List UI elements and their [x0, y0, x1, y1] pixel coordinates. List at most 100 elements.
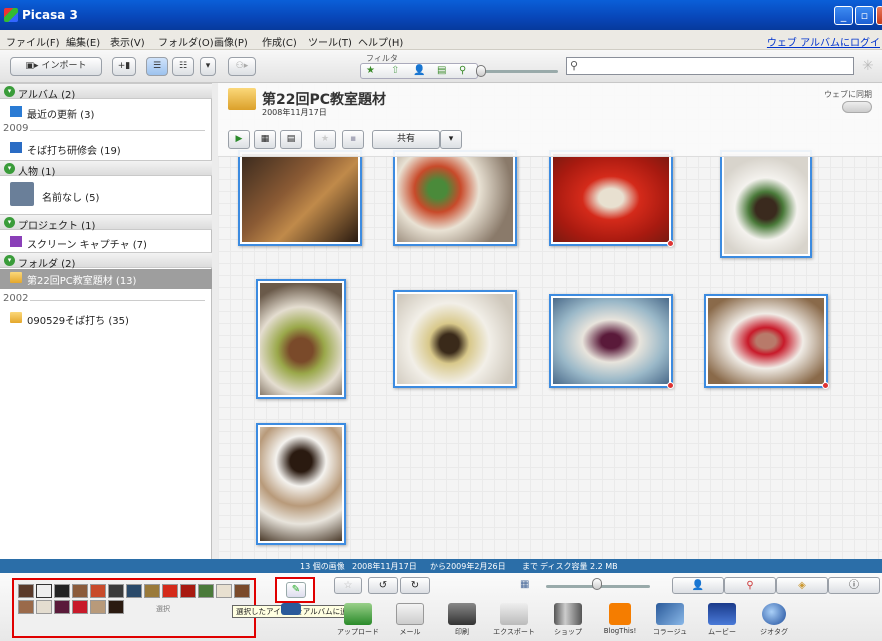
search-input[interactable]: ⚲ [566, 57, 854, 75]
movie-button[interactable]: ▤ [280, 130, 302, 149]
email-button[interactable]: メール [388, 603, 432, 637]
menu-folder[interactable]: フォルダ(O) [158, 34, 214, 49]
star-filter-icon[interactable]: ★ [366, 65, 375, 76]
share-dropdown-button[interactable]: ▾ [440, 130, 462, 149]
filter-slider-knob[interactable] [476, 65, 486, 77]
menu-file[interactable]: ファイル(F) [6, 34, 60, 49]
view-tree-button[interactable]: ☷ [172, 57, 194, 76]
blogthis-button[interactable]: BlogThis! [598, 603, 642, 635]
collapse-icon: ▾ [4, 163, 15, 174]
tray-thumbnail[interactable] [180, 584, 196, 598]
album-icon [10, 142, 22, 153]
movie-filter-icon[interactable]: ▤ [437, 65, 446, 76]
sidebar-item-pc-class-folder[interactable]: 第22回PC教室題材 (13) [0, 269, 212, 289]
menu-help[interactable]: ヘルプ(H) [358, 34, 403, 49]
tray-thumbnail[interactable] [90, 584, 106, 598]
menu-tools[interactable]: ツール(T) [308, 34, 352, 49]
selection-tray[interactable]: 選択 [12, 578, 256, 638]
tray-thumbnail[interactable] [108, 584, 124, 598]
photo-thumbnail[interactable] [393, 150, 517, 246]
sidebar-item-recent-updates[interactable]: 最近の更新 (3) [0, 103, 212, 121]
menu-edit[interactable]: 編集(E) [66, 34, 100, 49]
picasa-logo-icon [4, 8, 18, 22]
info-button[interactable]: ⓘ [828, 577, 880, 594]
tray-thumbnail[interactable] [72, 584, 88, 598]
geotag-filter-icon[interactable]: ⚲ [459, 65, 466, 76]
rotate-left-button[interactable]: ↺ [368, 577, 398, 594]
slideshow-button[interactable]: ▶ [228, 130, 250, 149]
web-sync-toggle[interactable] [842, 101, 872, 113]
upload-filter-icon[interactable]: ⇧ [391, 65, 399, 76]
export-button[interactable]: エクスポート [492, 603, 536, 637]
star-button[interactable]: ★ [314, 130, 336, 149]
albums-group-header[interactable]: ▾ アルバム (2) [0, 83, 212, 101]
thumbnail-size-knob[interactable] [592, 578, 602, 590]
menu-create[interactable]: 作成(C) [262, 34, 297, 49]
add-to-album-button[interactable]: +▮ [112, 57, 136, 76]
view-list-button[interactable]: ☰ [146, 57, 168, 76]
person-filter-icon[interactable]: 👤 [413, 65, 425, 76]
upload-button[interactable]: アップロード [336, 603, 380, 637]
photo-thumbnail[interactable] [720, 150, 812, 258]
tray-thumbnail[interactable] [108, 600, 124, 614]
tag-icon: ◈ [798, 580, 806, 591]
tray-thumbnail[interactable] [162, 584, 178, 598]
add-to-album-tray-button[interactable]: ✎ [286, 582, 306, 598]
tray-thumbnail[interactable] [54, 600, 70, 614]
maximize-button[interactable]: ▫ [855, 6, 874, 25]
tray-thumbnail[interactable] [18, 600, 34, 614]
people-group-header[interactable]: ▾ 人物 (1) [0, 160, 212, 178]
star-tray-button[interactable]: ☆ [334, 577, 362, 594]
movie-action-button[interactable]: ムービー [700, 603, 744, 637]
tray-thumbnail[interactable] [90, 600, 106, 614]
tray-options-button[interactable] [276, 603, 306, 615]
divider [30, 130, 205, 131]
to-word: まで [522, 562, 538, 571]
photo-thumbnail[interactable] [704, 294, 829, 389]
share-people-button[interactable]: ⚇▸ [228, 57, 256, 76]
sidebar-item-soba-folder[interactable]: 090529そば打ち (35) [0, 309, 212, 327]
share-button[interactable]: 共有 [372, 130, 440, 149]
tray-thumbnail[interactable] [234, 584, 250, 598]
sidebar-item-unnamed-person[interactable]: 名前なし (5) [0, 180, 212, 210]
tag-button[interactable]: ◈ [776, 577, 828, 594]
projects-group-header[interactable]: ▾ プロジェクト (1) [0, 214, 212, 232]
tray-thumbnail[interactable] [144, 584, 160, 598]
tray-thumbnail[interactable] [198, 584, 214, 598]
collage-action-button[interactable]: コラージュ [648, 603, 692, 637]
tray-thumbnail[interactable] [18, 584, 34, 598]
photo-thumbnail[interactable] [549, 294, 674, 389]
tray-thumbnail[interactable] [126, 584, 142, 598]
menu-picture[interactable]: 画像(P) [214, 34, 248, 49]
print-button[interactable]: 印刷 [440, 603, 484, 637]
rotate-right-button[interactable]: ↻ [400, 577, 430, 594]
import-button[interactable]: ▣▸ インポート [10, 57, 102, 76]
close-button[interactable] [876, 6, 882, 25]
geotag-button[interactable]: ⚲ [724, 577, 776, 594]
tray-thumbnail[interactable] [72, 600, 88, 614]
photo-thumbnail[interactable] [393, 290, 517, 388]
tray-thumbnail[interactable] [54, 584, 70, 598]
save-button[interactable]: ▪ [342, 130, 364, 149]
view-dropdown-button[interactable]: ▾ [200, 57, 216, 76]
collage-button[interactable]: ▦ [254, 130, 276, 149]
photo-thumbnail[interactable] [549, 150, 674, 247]
folders-group-header[interactable]: ▾ フォルダ (2) [0, 252, 212, 270]
tray-thumbnail[interactable] [36, 584, 52, 598]
tray-thumbnail[interactable] [216, 584, 232, 598]
geotag-action-button[interactable]: ジオタグ [752, 603, 796, 637]
web-album-login-link[interactable]: ウェブ アルバムにログイ [767, 34, 880, 49]
camera-icon: ▣▸ [25, 61, 39, 71]
album-header: 第22回PC教室題材 2008年11月17日 ウェブに同期 ▶ ▦ ▤ ★ ▪ … [218, 83, 882, 157]
globe-icon [762, 603, 786, 625]
people-tag-button[interactable]: 👤 [672, 577, 724, 594]
sidebar-item-soba-training[interactable]: そば打ち研修会 (19) [0, 139, 212, 157]
menu-view[interactable]: 表示(V) [110, 34, 145, 49]
photo-thumbnail[interactable] [256, 279, 346, 399]
tray-thumbnail[interactable] [36, 600, 52, 614]
photo-thumbnail[interactable] [256, 423, 346, 545]
photo-thumbnail[interactable] [238, 150, 362, 246]
shop-button[interactable]: ショップ [546, 603, 590, 637]
sidebar-item-screen-capture[interactable]: スクリーン キャプチャ (7) [0, 233, 212, 251]
minimize-button[interactable]: _ [834, 6, 853, 25]
